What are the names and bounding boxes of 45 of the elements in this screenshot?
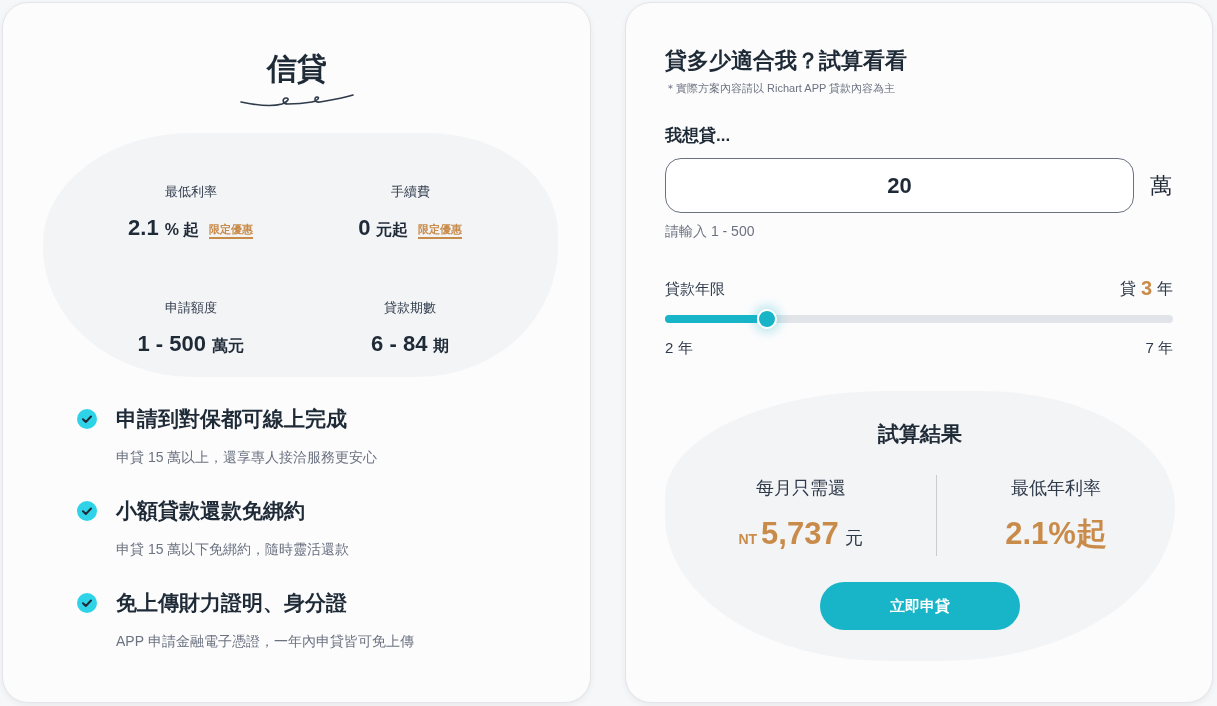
stat-unit: % 起: [164, 220, 200, 240]
amount-input[interactable]: 20: [665, 158, 1134, 213]
term-reading-prefix: 貸: [1119, 279, 1136, 299]
promo-tag: 限定優惠: [209, 222, 254, 239]
stat-label: 最低利率: [164, 183, 217, 201]
term-reading-unit: 年: [1157, 279, 1173, 299]
stat-unit: 期: [433, 336, 450, 356]
rate-value: 2.1%起: [1005, 515, 1107, 553]
feature-title: 申請到對保都可線上完成: [116, 406, 348, 432]
result-title: 試算結果: [878, 421, 962, 447]
currency-label: NT: [738, 530, 758, 549]
stat-label: 貸款期數: [384, 299, 437, 317]
check-icon: [77, 593, 97, 613]
amount-label: 我想貸...: [665, 125, 732, 147]
card-title: 信貸: [266, 51, 327, 87]
check-icon: [77, 409, 97, 429]
promo-tag: 限定優惠: [418, 222, 463, 239]
feature-description: 申貸 15 萬以上，還享專人接洽服務更安心: [116, 448, 378, 467]
stat-value: 0: [358, 214, 371, 242]
amount-unit: 萬: [1150, 171, 1172, 200]
stat-label: 手續費: [390, 183, 430, 201]
feature-title: 小額貸款還款免綁約: [116, 498, 306, 524]
amount-hint: 請輸入 1 - 500: [665, 222, 756, 241]
currency-unit: 元: [844, 527, 863, 550]
disclaimer-note: ＊實際方案內容請以 Richart APP 貸款內容為主: [665, 81, 897, 96]
stat-label: 申請額度: [164, 299, 217, 317]
feature-description: 申貸 15 萬以下免綁約，隨時靈活還款: [116, 540, 350, 559]
payment-amount: 5,737: [761, 515, 839, 553]
slider-thumb[interactable]: [756, 309, 777, 329]
calculator-title: 貸多少適合我？試算看看: [665, 47, 908, 75]
feature-description: APP 申請金融電子憑證，一年內申貸皆可免上傳: [116, 632, 414, 651]
stat-unit: 元起: [376, 220, 409, 240]
slider-max-label: 7 年: [1145, 338, 1173, 358]
slider-min-label: 2 年: [665, 338, 693, 358]
check-icon: [77, 501, 97, 521]
squiggle-icon: [239, 93, 354, 107]
stat-unit: 萬元: [212, 336, 244, 356]
monthly-payment-label: 每月只需還: [755, 477, 846, 500]
term-label: 貸款年限: [665, 279, 725, 299]
stat-value: 2.1: [128, 214, 159, 242]
feature-title: 免上傳財力證明、身分證: [116, 590, 348, 616]
rate-label: 最低年利率: [1011, 477, 1101, 500]
term-value: 3: [1140, 276, 1152, 301]
stat-value: 6 - 84: [371, 330, 428, 358]
stat-value: 1 - 500: [137, 330, 206, 358]
